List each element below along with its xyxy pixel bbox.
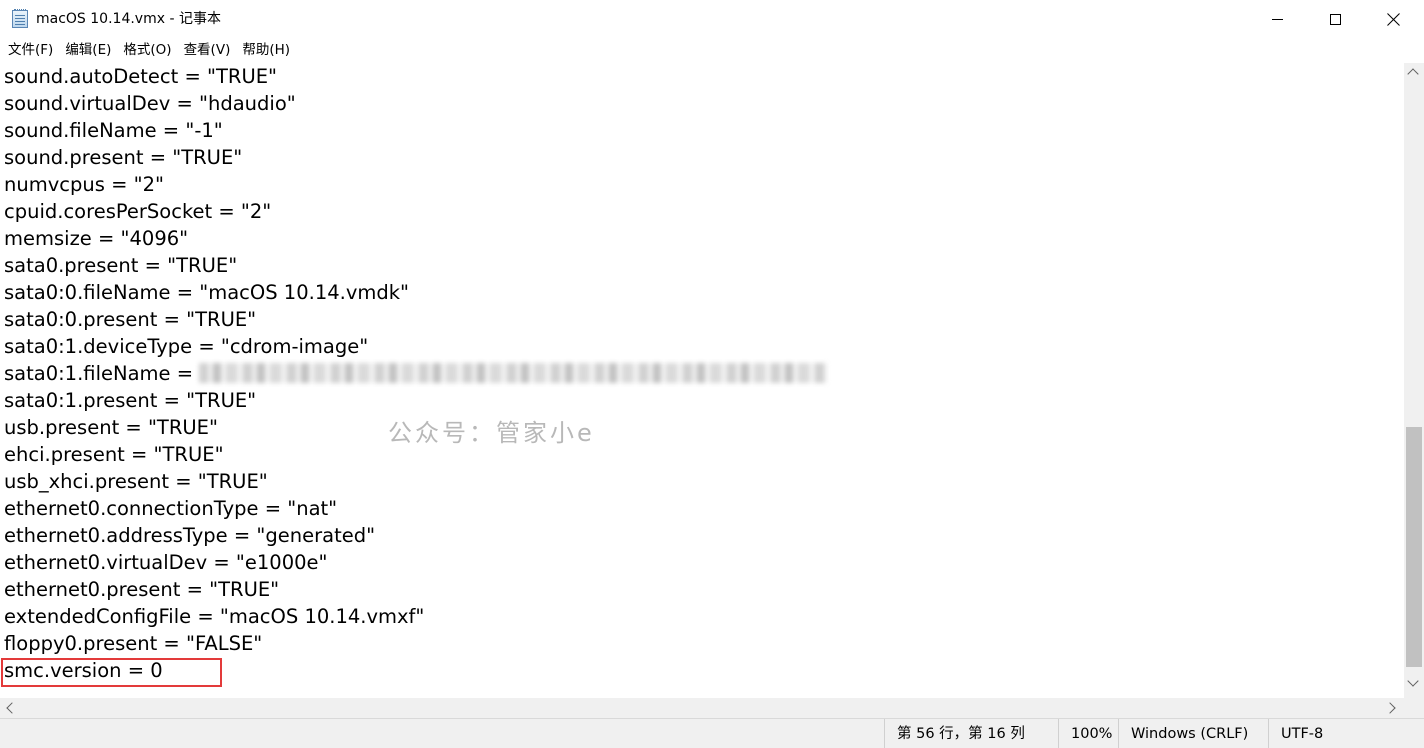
redacted-path (199, 363, 828, 383)
cursor-position: 第 56 行，第 16 列 (884, 719, 1058, 748)
text-editor[interactable]: sound.autoDetect = "TRUE" sound.virtualD… (0, 63, 1404, 698)
menu-view[interactable]: 查看(V) (178, 38, 237, 62)
text-line[interactable]: usb_xhci.present = "TRUE" (4, 468, 268, 495)
scroll-right-icon[interactable] (1384, 702, 1396, 714)
title-bar[interactable]: macOS 10.14.vmx - 记事本 (0, 0, 1424, 38)
minimize-icon (1271, 18, 1283, 20)
text-line[interactable]: extendedConfigFile = "macOS 10.14.vmxf" (4, 603, 424, 630)
menu-help[interactable]: 帮助(H) (236, 38, 296, 62)
text-line[interactable]: floppy0.present = "FALSE" (4, 630, 262, 657)
menu-edit[interactable]: 编辑(E) (59, 38, 117, 62)
window-title: macOS 10.14.vmx - 记事本 (36, 11, 221, 27)
text-line[interactable]: sound.present = "TRUE" (4, 144, 242, 171)
close-button[interactable] (1364, 0, 1422, 38)
text-line[interactable]: sata0.present = "TRUE" (4, 252, 237, 279)
scroll-down-icon[interactable] (1407, 675, 1419, 687)
maximize-button[interactable] (1306, 0, 1364, 38)
text-line[interactable]: numvcpus = "2" (4, 171, 164, 198)
status-bar: 第 56 行，第 16 列 100% Windows (CRLF) UTF-8 (0, 718, 1424, 748)
menu-bar: 文件(F) 编辑(E) 格式(O) 查看(V) 帮助(H) (0, 38, 1424, 62)
text-line[interactable]: ehci.present = "TRUE" (4, 441, 224, 468)
line-ending: Windows (CRLF) (1118, 719, 1268, 748)
text-line[interactable]: sata0:1.present = "TRUE" (4, 387, 256, 414)
text-line[interactable]: sound.virtualDev = "hdaudio" (4, 90, 296, 117)
maximize-icon (1329, 13, 1341, 25)
scrollbar-corner (1404, 698, 1424, 718)
menu-file[interactable]: 文件(F) (2, 38, 59, 62)
text-line[interactable]: sound.fileName = "-1" (4, 117, 223, 144)
minimize-button[interactable] (1248, 0, 1306, 38)
text-line[interactable]: ethernet0.virtualDev = "e1000e" (4, 549, 327, 576)
scroll-left-icon[interactable] (6, 702, 18, 714)
menu-format[interactable]: 格式(O) (117, 38, 177, 62)
scroll-up-icon[interactable] (1407, 68, 1419, 80)
horizontal-scrollbar[interactable] (0, 698, 1404, 718)
text-line[interactable]: sata0:1.deviceType = "cdrom-image" (4, 333, 368, 360)
text-line[interactable]: cpuid.coresPerSocket = "2" (4, 198, 271, 225)
zoom-level: 100% (1058, 719, 1118, 748)
text-line[interactable]: usb.present = "TRUE" (4, 414, 218, 441)
text-line[interactable]: ethernet0.addressType = "generated" (4, 522, 375, 549)
text-line[interactable]: sound.autoDetect = "TRUE" (4, 63, 277, 90)
notepad-icon (12, 9, 28, 28)
scroll-thumb[interactable] (1406, 427, 1422, 667)
text-line[interactable]: ethernet0.connectionType = "nat" (4, 495, 337, 522)
close-icon (1387, 13, 1400, 26)
text-line[interactable]: memsize = "4096" (4, 225, 188, 252)
text-line[interactable]: ethernet0.present = "TRUE" (4, 576, 279, 603)
vertical-scrollbar[interactable] (1404, 63, 1424, 698)
text-line[interactable]: sata0:0.present = "TRUE" (4, 306, 256, 333)
watermark: 公众号：管家小e (388, 419, 595, 447)
encoding: UTF-8 (1268, 719, 1424, 748)
highlight-box (1, 658, 222, 687)
text-line[interactable]: sata0:1.fileName = (4, 360, 828, 387)
text-line[interactable]: sata0:0.fileName = "macOS 10.14.vmdk" (4, 279, 409, 306)
